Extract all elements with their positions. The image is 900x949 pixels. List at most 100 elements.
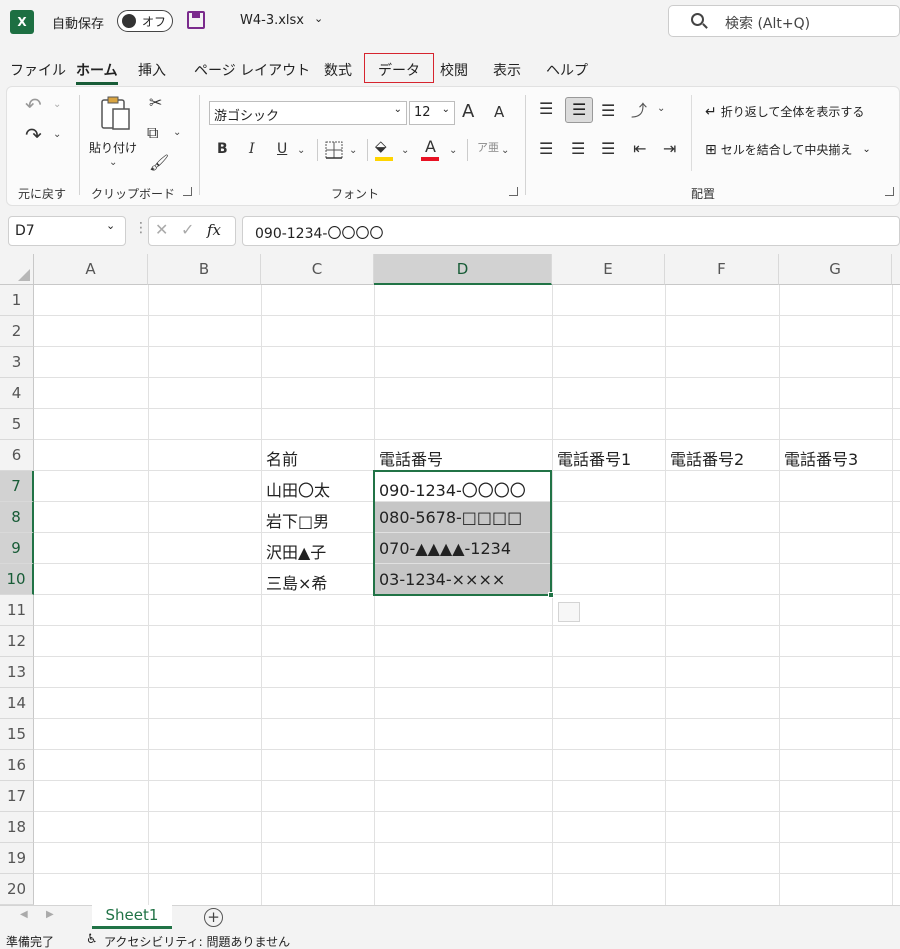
tab-insert[interactable]: 挿入 [138,60,166,80]
phonetic-dropdown-icon[interactable]: ⌄ [501,145,509,156]
column-header-d[interactable]: D [374,254,552,285]
row-header[interactable]: 14 [0,688,34,719]
borders-icon[interactable] [325,141,345,159]
tab-file[interactable]: ファイル [10,60,66,80]
decrease-font-size-button[interactable]: A [494,103,504,121]
row-header[interactable]: 4 [0,378,34,409]
row-header[interactable]: 19 [0,843,34,874]
orientation-icon[interactable]: ⤴ [631,97,647,121]
align-top-icon[interactable]: ☰ [539,99,553,118]
column-header-g[interactable]: G [779,254,892,285]
column-header-c[interactable]: C [261,254,374,285]
fill-handle[interactable] [548,592,554,598]
row-header[interactable]: 7 [0,471,34,502]
fill-color-icon[interactable]: ⬙ [375,137,387,155]
font-name-select[interactable]: 游ゴシック ⌄ [209,101,407,125]
row-header[interactable]: 17 [0,781,34,812]
cell-c7[interactable]: 山田〇太 [262,472,334,503]
borders-dropdown-icon[interactable]: ⌄ [349,145,357,156]
column-header-b[interactable]: B [148,254,261,285]
undo-icon[interactable]: ↶ [25,93,42,117]
cancel-icon[interactable]: ✕ [155,220,168,239]
quick-analysis-icon[interactable] [558,602,580,622]
redo-dropdown-icon[interactable]: ⌄ [53,129,61,140]
clipboard-launcher-icon[interactable] [183,187,192,196]
add-sheet-button[interactable]: + [204,908,223,927]
undo-dropdown-icon[interactable]: ⌄ [53,99,61,110]
italic-button[interactable]: I [249,141,255,157]
align-middle-button[interactable]: ☰ [565,97,593,123]
align-bottom-icon[interactable]: ☰ [601,101,615,120]
row-header[interactable]: 1 [0,285,34,316]
row-header[interactable]: 5 [0,409,34,440]
tab-formulas[interactable]: 数式 [324,60,352,80]
sheet-tab-sheet1[interactable]: Sheet1 [92,905,172,929]
insert-function-button[interactable]: fx [207,221,221,239]
row-header[interactable]: 3 [0,347,34,378]
font-color-dropdown-icon[interactable]: ⌄ [449,145,457,156]
font-color-button[interactable]: A [425,137,436,156]
row-header[interactable]: 6 [0,440,34,471]
save-icon[interactable] [187,11,205,29]
enter-icon[interactable]: ✓ [181,220,194,239]
merge-center-button[interactable]: ⊞ セルを結合して中央揃え ⌄ [705,141,871,158]
column-header-a[interactable]: A [34,254,148,285]
align-left-icon[interactable]: ☰ [539,139,553,158]
row-header[interactable]: 12 [0,626,34,657]
accessibility-status[interactable]: アクセシビリティ: 問題ありません [104,933,290,949]
decrease-indent-icon[interactable]: ⇤ [633,139,646,158]
align-center-icon[interactable]: ☰ [571,139,585,158]
tab-home[interactable]: ホーム [76,60,118,85]
more-options-icon[interactable]: ⋮ [134,220,148,236]
accessibility-icon[interactable]: ♿ [86,932,98,947]
row-header[interactable]: 2 [0,316,34,347]
tab-view[interactable]: 表示 [493,60,521,80]
orientation-dropdown-icon[interactable]: ⌄ [657,103,665,114]
tab-page-layout[interactable]: ページ レイアウト [194,60,310,80]
underline-button[interactable]: U [277,141,287,157]
increase-font-size-button[interactable]: A [462,101,474,122]
redo-icon[interactable]: ↷ [25,123,42,147]
row-header[interactable]: 16 [0,750,34,781]
chevron-down-icon[interactable]: ⌄ [314,12,323,25]
underline-dropdown-icon[interactable]: ⌄ [297,145,305,156]
format-painter-icon[interactable]: 🖌 [149,153,169,172]
tab-review[interactable]: 校閲 [440,60,468,80]
cut-icon[interactable]: ✂ [149,93,162,112]
row-header[interactable]: 20 [0,874,34,905]
next-sheet-icon[interactable]: ▶ [46,909,54,920]
cell-c10[interactable]: 三島×希 [262,565,331,596]
column-header-e[interactable]: E [552,254,665,285]
bold-button[interactable]: B [217,141,228,157]
chevron-down-icon[interactable]: ⌄ [106,219,115,232]
row-header[interactable]: 8 [0,502,34,533]
column-header-h[interactable] [892,254,900,285]
alignment-launcher-icon[interactable] [885,187,894,196]
copy-dropdown-icon[interactable]: ⌄ [173,127,181,138]
align-right-icon[interactable]: ☰ [601,139,615,158]
cell-d6[interactable]: 電話番号 [375,441,447,472]
paste-button[interactable]: 貼り付け ⌄ [89,95,137,171]
cell-c9[interactable]: 沢田▲子 [262,534,330,565]
row-header[interactable]: 9 [0,533,34,564]
wrap-text-button[interactable]: ↵ 折り返して全体を表示する [705,103,864,120]
font-size-select[interactable]: 12 ⌄ [409,101,455,125]
row-header[interactable]: 15 [0,719,34,750]
prev-sheet-icon[interactable]: ◀ [20,909,28,920]
cell-g6[interactable]: 電話番号3 [780,441,862,472]
cell-c8[interactable]: 岩下□男 [262,503,333,534]
fill-color-dropdown-icon[interactable]: ⌄ [401,145,409,156]
select-all-button[interactable] [0,254,34,285]
phonetic-guide-icon[interactable]: ア亜 [477,139,499,155]
row-header[interactable]: 11 [0,595,34,626]
copy-icon[interactable]: ⧉ [147,123,158,143]
column-header-f[interactable]: F [665,254,779,285]
row-header[interactable]: 10 [0,564,34,595]
search-box[interactable]: 検索 (Alt+Q) [668,5,900,37]
autosave-toggle[interactable]: オフ [117,10,173,32]
cell-f6[interactable]: 電話番号2 [666,441,748,472]
cell-e6[interactable]: 電話番号1 [553,441,635,472]
row-header[interactable]: 18 [0,812,34,843]
file-name[interactable]: W4-3.xlsx [240,13,304,28]
row-header[interactable]: 13 [0,657,34,688]
